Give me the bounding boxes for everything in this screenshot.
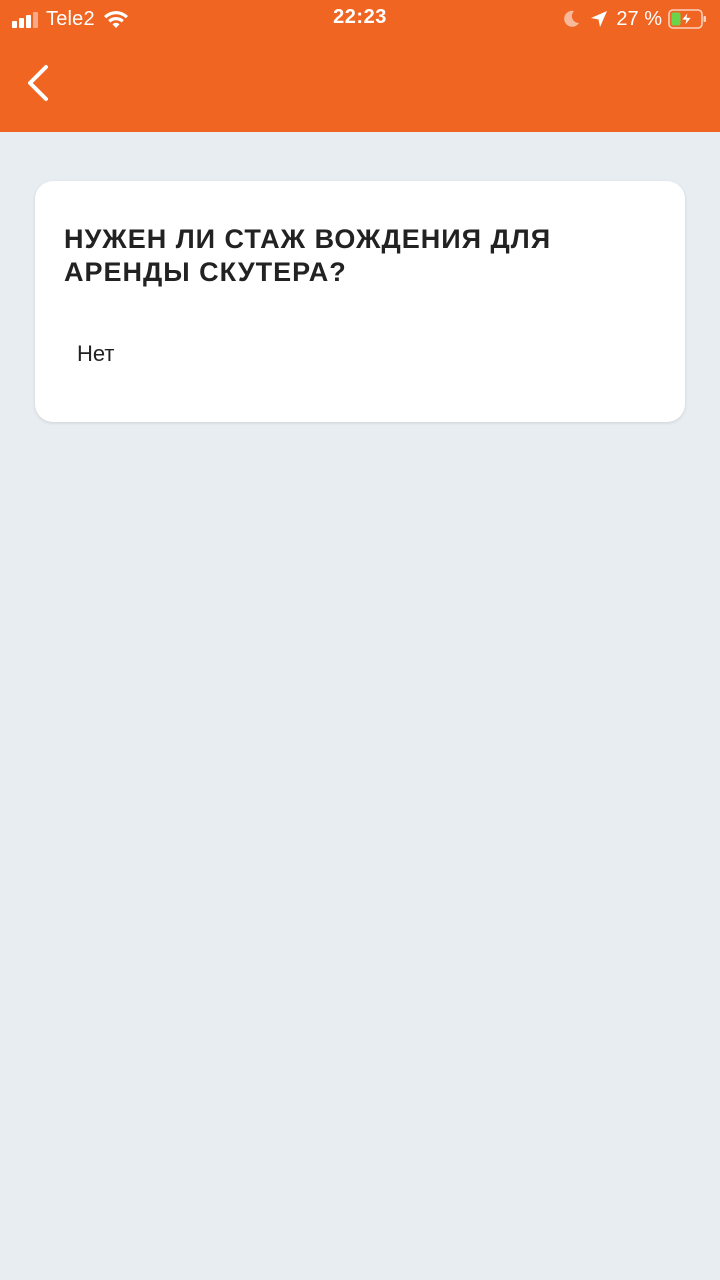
back-button[interactable] xyxy=(22,62,62,106)
status-bar-right: 27 % xyxy=(564,6,708,32)
faq-answer: Нет xyxy=(77,341,115,366)
faq-question: НУЖЕН ЛИ СТАЖ ВОЖДЕНИЯ ДЛЯ АРЕНДЫ СКУТЕР… xyxy=(64,224,552,287)
faq-card: НУЖЕН ЛИ СТАЖ ВОЖДЕНИЯ ДЛЯ АРЕНДЫ СКУТЕР… xyxy=(35,181,685,422)
moon-icon xyxy=(564,10,580,28)
status-bar: Tele2 22:23 27 % xyxy=(0,0,720,40)
battery-charging-icon xyxy=(668,9,708,29)
location-arrow-icon xyxy=(590,10,608,28)
chevron-left-icon xyxy=(28,65,48,101)
app-header: Tele2 22:23 27 % xyxy=(0,0,720,132)
battery-percent: 27 % xyxy=(616,7,662,30)
